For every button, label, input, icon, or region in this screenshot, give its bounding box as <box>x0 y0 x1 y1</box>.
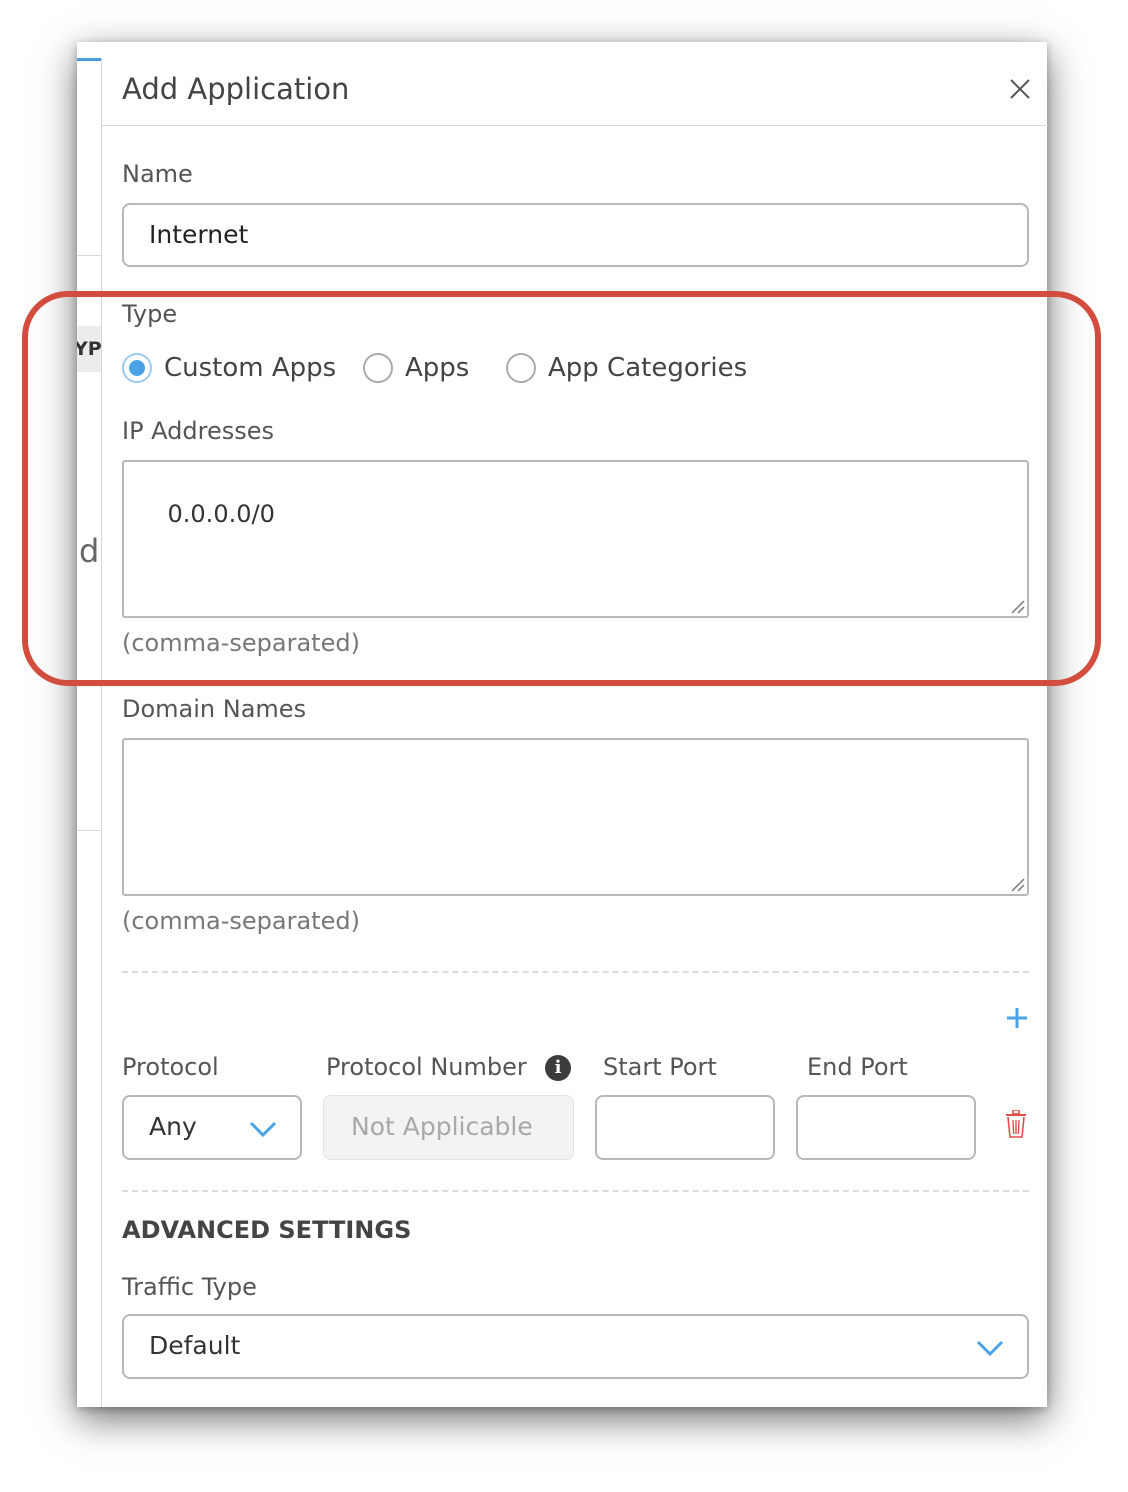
background-divider <box>77 830 101 831</box>
protocol-select-value: Any <box>149 1112 197 1141</box>
radio-label: App Categories <box>548 353 748 383</box>
radio-label: Custom Apps <box>164 353 337 383</box>
radio-custom-apps[interactable]: Custom Apps <box>122 351 336 385</box>
radio-apps[interactable]: Apps <box>363 351 473 385</box>
section-divider <box>122 1190 1029 1192</box>
name-input[interactable]: Internet <box>122 203 1029 267</box>
dialog-title: Add Application <box>122 72 350 106</box>
start-port-label: Start Port <box>603 1053 717 1081</box>
name-label: Name <box>122 160 193 188</box>
advanced-settings-title: ADVANCED SETTINGS <box>122 1216 412 1244</box>
chevron-down-icon <box>976 1340 1004 1356</box>
domain-names-hint: (comma-separated) <box>122 907 360 935</box>
protocol-number-input: Not Applicable <box>323 1095 574 1160</box>
end-port-input[interactable] <box>796 1095 976 1160</box>
traffic-type-select-value: Default <box>149 1331 241 1360</box>
info-icon[interactable]: i <box>545 1055 571 1081</box>
type-label: Type <box>122 300 178 328</box>
dialog-header: Add Application <box>102 58 1048 126</box>
resize-handle-icon[interactable] <box>1009 598 1025 614</box>
ip-addresses-hint: (comma-separated) <box>122 629 360 657</box>
radio-label: Apps <box>405 353 470 383</box>
ip-addresses-value: 0.0.0.0/0 <box>167 500 275 528</box>
close-icon[interactable] <box>1007 76 1033 102</box>
domain-names-label: Domain Names <box>122 695 307 723</box>
traffic-type-label: Traffic Type <box>122 1273 257 1301</box>
end-port-label: End Port <box>807 1053 908 1081</box>
domain-names-textarea[interactable] <box>122 738 1029 896</box>
radio-button-checked[interactable] <box>122 353 152 383</box>
ip-addresses-textarea[interactable]: 0.0.0.0/0 <box>122 460 1029 618</box>
radio-button[interactable] <box>506 353 536 383</box>
background-page-edge <box>77 58 102 1407</box>
add-application-dialog: Add Application Name Internet Type Custo… <box>101 58 1048 1407</box>
ip-addresses-label: IP Addresses <box>122 417 275 445</box>
protocol-select[interactable]: Any <box>122 1095 302 1160</box>
section-divider <box>122 971 1029 973</box>
radio-app-categories[interactable]: App Categories <box>506 351 747 385</box>
background-text-fragment: d <box>79 532 100 570</box>
trash-icon[interactable] <box>1005 1110 1027 1138</box>
start-port-input[interactable] <box>595 1095 775 1160</box>
background-column-header: YP <box>77 326 101 372</box>
traffic-type-select[interactable]: Default <box>122 1314 1029 1379</box>
radio-dot <box>129 360 145 376</box>
background-tab-accent <box>77 58 102 61</box>
plus-icon[interactable] <box>1005 1006 1029 1030</box>
protocol-label: Protocol <box>122 1053 219 1081</box>
protocol-number-label: Protocol Number <box>326 1053 527 1081</box>
background-divider <box>77 255 101 256</box>
resize-handle-icon[interactable] <box>1009 876 1025 892</box>
chevron-down-icon <box>249 1121 277 1137</box>
radio-button[interactable] <box>363 353 393 383</box>
